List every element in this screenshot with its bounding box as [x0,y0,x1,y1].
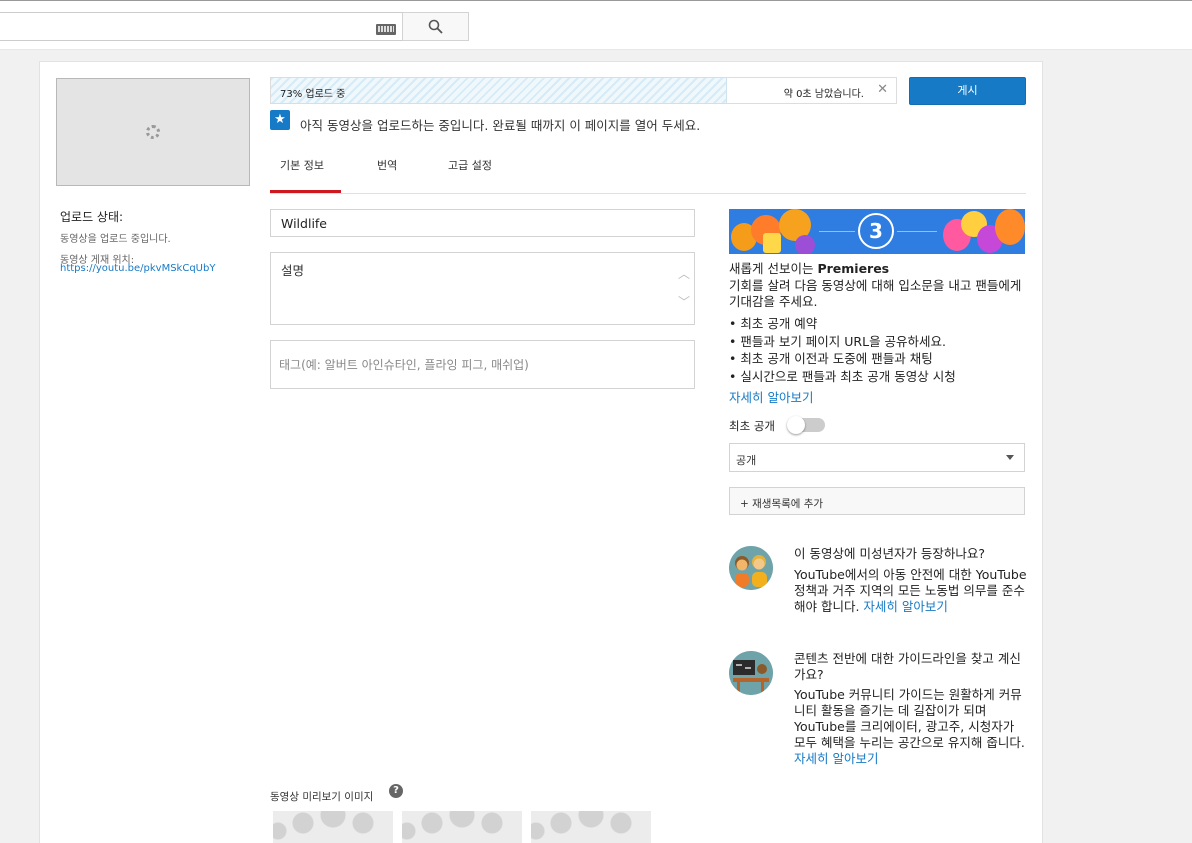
tab-bar: 기본 정보 번역 고급 설정 [270,146,1026,194]
thumbnail-option[interactable] [531,811,651,843]
tab-translation[interactable]: 번역 [377,146,397,193]
time-remaining: 약 0초 남았습니다. [783,89,864,100]
close-icon[interactable]: ✕ [877,82,888,97]
thumbnail-option[interactable] [402,811,522,843]
scroll-down-icon[interactable]: ﹀ [678,293,690,310]
thumbnail-option[interactable] [273,811,393,843]
top-bar [0,0,1192,50]
premiere-toggle[interactable] [787,416,825,434]
premieres-banner: 3 [729,209,1025,254]
popcorn-illustration [763,233,781,253]
spinner-icon [146,125,160,139]
upload-status-title: 업로드 상태: [60,210,124,224]
list-item: • 최초 공개 예약 [729,316,818,331]
progress-label: 73% 업로드 중 [280,89,346,100]
search-button[interactable] [402,12,469,41]
visibility-select[interactable]: 공개 [729,443,1025,472]
child-safety-body: YouTube에서의 아동 안전에 대한 YouTube 정책과 거주 지역의 … [794,567,1027,614]
upload-progress-bar: 73% 업로드 중 약 0초 남았습니다. ✕ [270,77,897,104]
search-input[interactable] [0,12,403,41]
guidelines-body: YouTube 커뮤니티 가이드는 원활하게 커뮤니티 활동을 즐기는 데 길잡… [794,687,1025,766]
classroom-icon [729,651,773,695]
tab-advanced-settings[interactable]: 고급 설정 [448,146,492,193]
chevron-down-icon [1006,455,1014,460]
character-illustration [795,235,815,254]
upload-status-text: 동영상을 업로드 중입니다. [60,234,171,245]
help-icon[interactable]: ? [389,784,403,798]
upload-notice: 아직 동영상을 업로드하는 중입니다. 완료될 때까지 이 페이지를 열어 두세… [300,118,701,133]
tags-field[interactable]: 태그(예: 알버트 아인슈타인, 플라잉 피그, 매쉬업) [270,340,695,389]
banner-line [897,231,937,232]
search-icon [428,19,443,34]
publish-button[interactable]: 게시 [909,77,1026,105]
guidelines-illustration [729,651,773,695]
character-illustration [995,209,1025,245]
premieres-title: 새롭게 선보이는 Premieres [729,261,890,276]
guidelines-title: 콘텐츠 전반에 대한 가이드라인을 찾고 계신가요? [794,651,1021,682]
video-url-link[interactable]: https://youtu.be/pkvMSkCqUbY [60,263,215,274]
title-field[interactable]: Wildlife [270,209,695,237]
scroll-up-icon[interactable]: ︿ [678,265,690,282]
guidelines-learn-more-link[interactable]: 자세히 알아보기 [794,751,878,766]
countdown-number: 3 [858,213,894,249]
premieres-title-bold: Premieres [817,261,890,276]
list-item: • 실시간으로 팬들과 최초 공개 동영상 시청 [729,368,956,384]
child-safety-illustration [729,546,773,590]
tab-basic-info[interactable]: 기본 정보 [270,146,341,193]
description-placeholder: 설명 [281,263,305,278]
keyboard-icon[interactable] [376,24,396,35]
list-item: • 팬들과 보기 페이지 URL을 공유하세요. [729,333,947,349]
thumbnails-label: 동영상 미리보기 이미지 [270,791,374,803]
add-to-playlist-button[interactable]: + 재생목록에 추가 [729,487,1025,515]
premieres-body: 기회를 살려 다음 동영상에 대해 입소문을 내고 팬들에게 기대감을 주세요. [729,278,1022,309]
premiere-toggle-label: 최초 공개 [729,419,775,433]
list-item: • 최초 공개 이전과 도중에 팬들과 채팅 [729,351,933,366]
star-icon: ★ [270,110,290,130]
child-safety-learn-more-link[interactable]: 자세히 알아보기 [863,599,947,614]
visibility-selected-value: 공개 [736,454,757,467]
child-safety-title: 이 동영상에 미성년자가 등장하나요? [794,546,986,561]
premieres-bullets: • 최초 공개 예약 • 팬들과 보기 페이지 URL을 공유하세요. • 최초… [729,315,1029,385]
description-field[interactable]: 설명 ︿ ﹀ [270,252,695,325]
banner-line [819,231,855,232]
kids-icon [729,546,773,590]
toggle-knob [787,416,805,434]
video-preview [56,78,250,186]
premieres-learn-more-link[interactable]: 자세히 알아보기 [729,387,813,406]
